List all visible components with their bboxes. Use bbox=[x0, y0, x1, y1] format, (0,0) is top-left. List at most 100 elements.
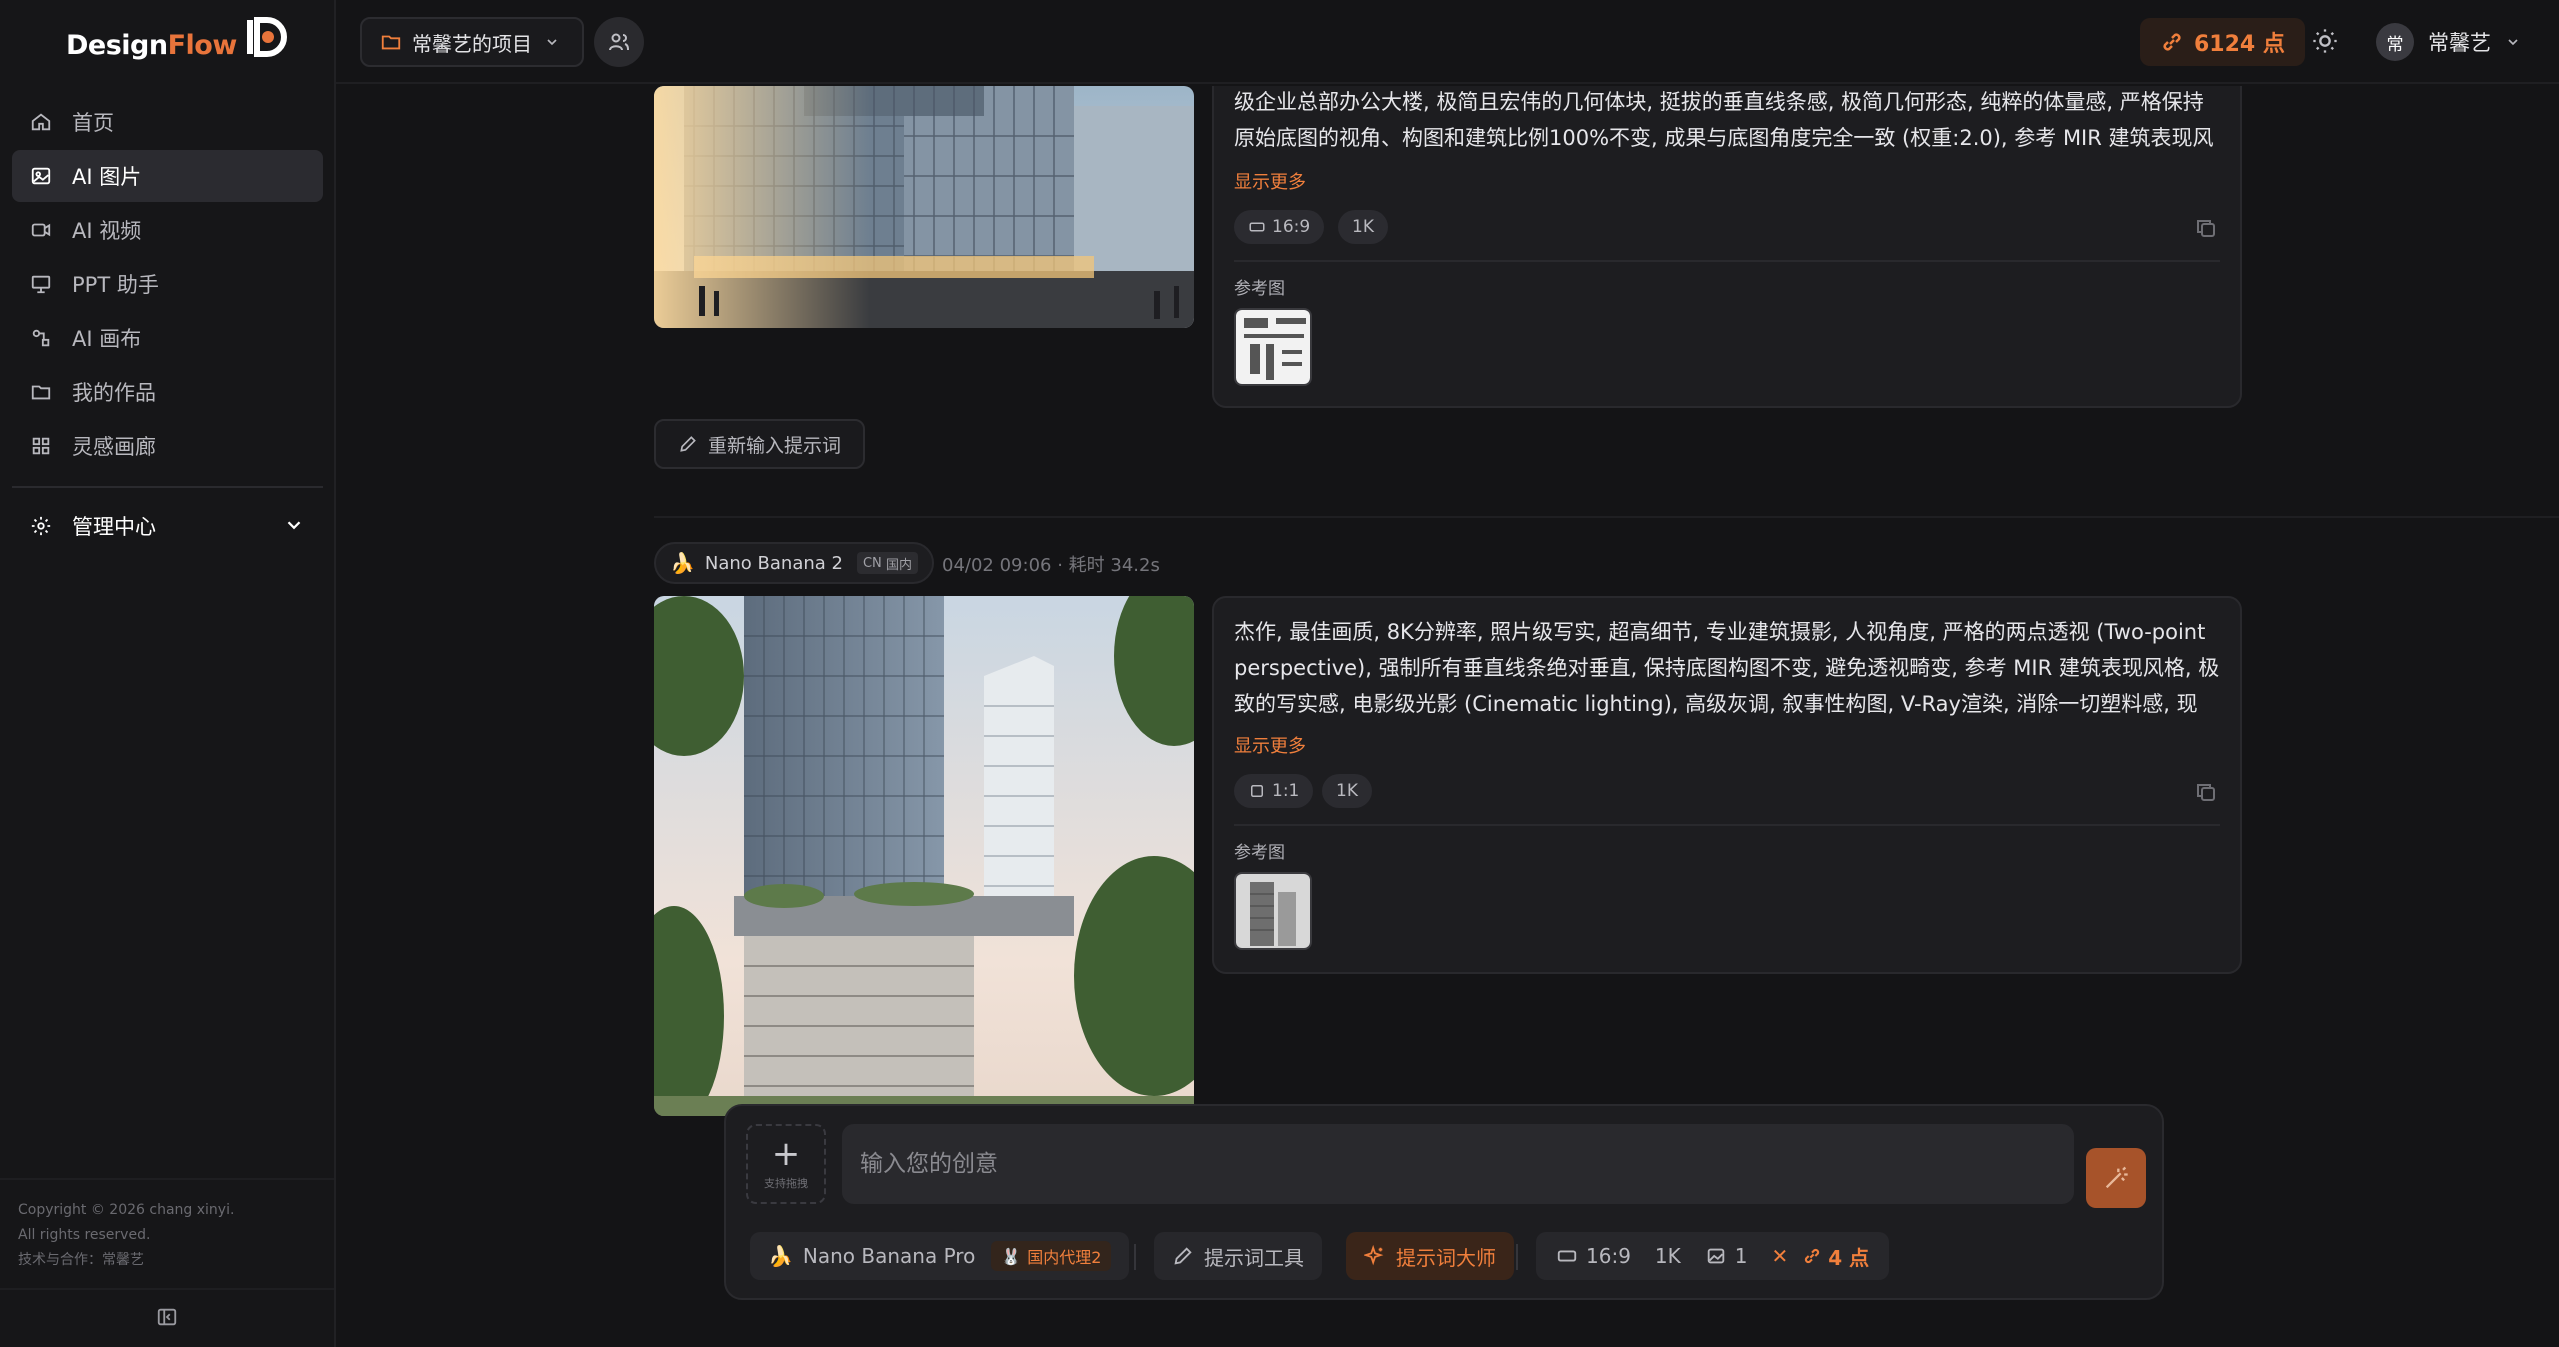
reference-thumbnail[interactable] bbox=[1234, 308, 1312, 386]
banana-icon: 🍌 bbox=[670, 551, 695, 575]
banana-icon: 🍌 bbox=[768, 1244, 793, 1268]
generated-image[interactable] bbox=[654, 596, 1194, 1116]
sidebar-item-ai-image[interactable]: AI 图片 bbox=[12, 150, 323, 202]
sparkle-icon bbox=[1364, 1245, 1384, 1266]
sidebar-item-my-works[interactable]: 我的作品 bbox=[12, 366, 323, 418]
project-name: 常馨艺的项目 bbox=[412, 31, 532, 56]
sidebar-item-label: 首页 bbox=[72, 111, 114, 135]
reference-image bbox=[1236, 874, 1310, 948]
card-divider bbox=[1234, 824, 2220, 826]
footer-divider bbox=[0, 1178, 334, 1180]
retry-prompt-button[interactable]: 重新输入提示词 bbox=[654, 419, 866, 469]
aspect-ratio-icon bbox=[1249, 222, 1265, 232]
magic-wand-icon bbox=[2105, 1166, 2128, 1189]
sidebar-item-home[interactable]: 首页 bbox=[12, 96, 323, 148]
image-count-icon bbox=[1707, 1248, 1725, 1264]
image-icon bbox=[30, 165, 52, 187]
link-points-icon bbox=[2163, 33, 2181, 51]
resolution-setting[interactable]: 1K bbox=[1655, 1244, 1681, 1268]
show-more-link[interactable]: 显示更多 bbox=[1234, 732, 1306, 758]
model-tag: 🍌 Nano Banana 2 CN 国内 bbox=[654, 542, 934, 584]
user-name: 常馨艺 bbox=[2428, 31, 2491, 55]
sidebar-item-admin[interactable]: 管理中心 bbox=[12, 500, 323, 552]
sidebar-item-ppt[interactable]: PPT 助手 bbox=[12, 258, 323, 310]
generation-settings[interactable]: 16:9 1K 1 ✕ 4 点 bbox=[1536, 1232, 1890, 1280]
count-setting[interactable]: 1 bbox=[1705, 1244, 1748, 1268]
chevron-down-icon bbox=[287, 521, 301, 530]
points-label: 6124 点 bbox=[2194, 32, 2285, 57]
region-badge: CN 国内 bbox=[856, 552, 918, 574]
prompt-tool-button[interactable]: 提示词工具 bbox=[1154, 1232, 1322, 1280]
generated-image[interactable] bbox=[654, 86, 1194, 328]
prompt-text: 级企业总部办公大楼, 极简且宏伟的几何体块, 挺拔的垂直线条感, 极简几何形态,… bbox=[1234, 90, 2214, 150]
chevron-down-icon bbox=[547, 39, 557, 46]
folder-icon bbox=[381, 35, 401, 50]
project-selector[interactable]: 常馨艺的项目 bbox=[360, 17, 584, 67]
chevron-down-icon bbox=[2508, 39, 2518, 46]
top-header: 常馨艺的项目 6124 点 常 常馨艺 bbox=[336, 0, 2559, 84]
users-icon bbox=[609, 33, 629, 51]
prompt-text: 杰作, 最佳画质, 8K分辨率, 照片级写实, 超高细节, 专业建筑摄影, 人视… bbox=[1234, 620, 2220, 716]
cost-display: 4 点 bbox=[1802, 1242, 1869, 1271]
admin-label: 管理中心 bbox=[72, 515, 156, 539]
brand-logo[interactable]: DesignFlow bbox=[66, 14, 291, 76]
tower-render-image bbox=[654, 596, 1194, 1116]
team-button[interactable] bbox=[594, 17, 644, 67]
copy-icon[interactable] bbox=[2194, 216, 2218, 240]
user-menu[interactable]: 常 常馨艺 bbox=[2376, 20, 2521, 64]
toolbar-divider bbox=[1134, 1244, 1136, 1270]
reference-label: 参考图 bbox=[1234, 843, 1285, 863]
generate-button[interactable] bbox=[2086, 1148, 2146, 1208]
points-balance[interactable]: 6124 点 bbox=[2140, 18, 2305, 66]
resolution-chip: 1K bbox=[1322, 774, 1372, 808]
results-feed: 级企业总部办公大楼, 极简且宏伟的几何体块, 挺拔的垂直线条感, 极简几何形态,… bbox=[336, 86, 2559, 1347]
ratio-setting[interactable]: 16:9 bbox=[1556, 1244, 1631, 1268]
prompt-card: 级企业总部办公大楼, 极简且宏伟的几何体块, 挺拔的垂直线条感, 极简几何形态,… bbox=[1212, 86, 2242, 408]
nav-divider bbox=[12, 486, 323, 488]
result-meta: 04/02 09:06 · 耗时 34.2s bbox=[942, 555, 1160, 576]
canvas-icon bbox=[30, 327, 52, 349]
show-more-link[interactable]: 显示更多 bbox=[1234, 168, 1306, 194]
copy-icon[interactable] bbox=[2194, 780, 2218, 804]
model-selector[interactable]: 🍌 Nano Banana Pro 🐰 国内代理2 bbox=[750, 1232, 1130, 1280]
prompt-input[interactable] bbox=[842, 1124, 2074, 1204]
sun-icon bbox=[2313, 29, 2337, 53]
prompt-master-button[interactable]: 提示词大师 bbox=[1346, 1232, 1514, 1280]
copyright: Copyright © 2026 chang xinyi. All rights… bbox=[18, 1202, 235, 1268]
sidebar-item-ai-canvas[interactable]: AI 画布 bbox=[12, 312, 323, 364]
sidebar-item-label: AI 视频 bbox=[72, 219, 142, 243]
home-icon bbox=[30, 111, 52, 133]
sidebar-item-label: 灵感画廊 bbox=[72, 435, 156, 459]
sidebar-item-gallery[interactable]: 灵感画廊 bbox=[12, 420, 323, 472]
upload-image-button[interactable]: + 支持拖拽 bbox=[746, 1124, 826, 1204]
reference-label: 参考图 bbox=[1234, 279, 1285, 299]
grid-icon bbox=[30, 435, 52, 457]
folder-icon bbox=[30, 381, 52, 403]
card-divider bbox=[1234, 260, 2220, 262]
pencil-icon bbox=[1174, 1247, 1192, 1265]
resolution-chip: 1K bbox=[1338, 210, 1388, 244]
reference-thumbnail[interactable] bbox=[1234, 872, 1312, 950]
sidebar-item-label: AI 画布 bbox=[72, 327, 142, 351]
ratio-chip: 1:1 bbox=[1234, 774, 1314, 808]
sidebar: DesignFlow 首页 AI 图片 AI 视频 PPT 助手 AI 画布 我… bbox=[0, 0, 336, 1347]
app-root: DesignFlow 首页 AI 图片 AI 视频 PPT 助手 AI 画布 我… bbox=[0, 0, 2559, 1347]
result-divider bbox=[654, 516, 2559, 518]
ratio-chip: 16:9 bbox=[1234, 210, 1325, 244]
rabbit-icon: 🐰 bbox=[1001, 1246, 1022, 1266]
collapse-sidebar-icon[interactable] bbox=[156, 1306, 178, 1328]
reference-image bbox=[1236, 310, 1310, 384]
close-icon[interactable]: ✕ bbox=[1772, 1244, 1789, 1268]
prompt-composer: + 支持拖拽 🍌 Nano Banana Pro 🐰国内代理2 提示词工具 提示… bbox=[724, 1104, 2164, 1300]
sidebar-item-label: 我的作品 bbox=[72, 381, 156, 405]
aspect-ratio-icon bbox=[1557, 1250, 1577, 1262]
sidebar-nav: 首页 AI 图片 AI 视频 PPT 助手 AI 画布 我的作品 灵感画廊 bbox=[12, 96, 323, 474]
theme-toggle[interactable] bbox=[2308, 24, 2342, 58]
pencil-icon bbox=[680, 436, 696, 452]
sidebar-item-label: PPT 助手 bbox=[72, 273, 159, 297]
plus-icon: + bbox=[771, 1134, 801, 1174]
proxy-badge: 🐰 国内代理2 bbox=[991, 1241, 1112, 1271]
sidebar-item-ai-video[interactable]: AI 视频 bbox=[12, 204, 323, 256]
video-icon bbox=[30, 219, 52, 241]
collapse-divider bbox=[0, 1288, 334, 1290]
